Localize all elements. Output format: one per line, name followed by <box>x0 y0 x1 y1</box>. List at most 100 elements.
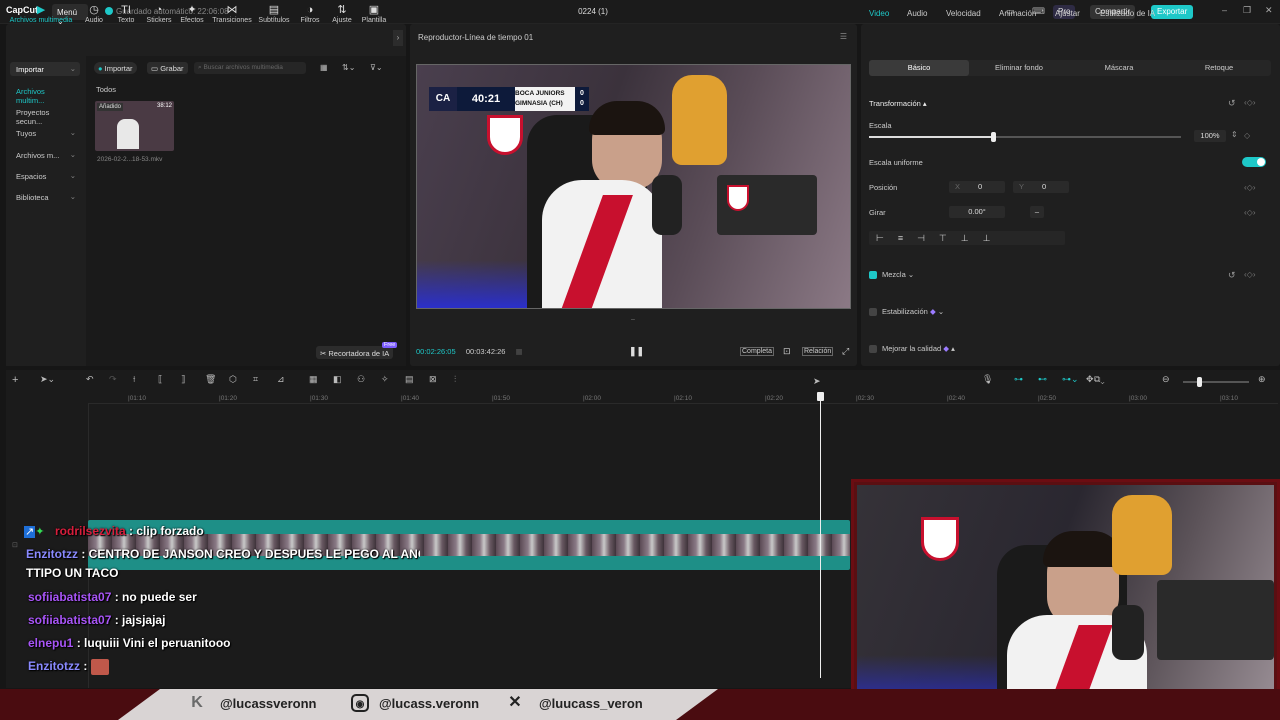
freeze-icon[interactable]: ▦ <box>309 374 318 385</box>
rotate-field[interactable]: 0.00° <box>949 206 1005 218</box>
transform-heading[interactable]: Transformación ▴ <box>869 99 927 108</box>
caption-icon[interactable]: ▤ <box>405 374 414 385</box>
scale-keyframe-icon[interactable]: ◇ <box>1244 131 1250 140</box>
zoom-slider-handle[interactable] <box>1197 377 1202 387</box>
subtab-mask[interactable]: Máscara <box>1069 60 1169 76</box>
split-left-icon[interactable]: ⟦ <box>158 374 162 385</box>
rotate-keyframe-icon[interactable]: ‹◇› <box>1244 208 1255 217</box>
tab-subtitles[interactable]: ▤ Subtítulos <box>254 4 294 24</box>
subtab-retouch[interactable]: Retoque <box>1169 60 1269 76</box>
tab-adjust-props[interactable]: Ajustar <box>1055 9 1080 18</box>
position-keyframe-icon[interactable]: ‹◇› <box>1244 183 1255 192</box>
blend-label[interactable]: Mezcla ⌄ <box>882 270 914 279</box>
select-tool-icon[interactable]: ➤⌄ <box>40 374 55 385</box>
split-icon[interactable]: ⟊ <box>133 374 135 385</box>
flip-button[interactable]: – <box>1030 206 1044 218</box>
quality-label[interactable]: Mejorar la calidad ◆ ▴ <box>882 344 955 353</box>
zoom-in-icon[interactable]: ⊕ <box>1258 374 1266 385</box>
sidebar-item-yours[interactable]: Tuyos ⌄ <box>10 126 80 140</box>
subtab-basic[interactable]: Básico <box>869 60 969 76</box>
stabilization-checkbox[interactable] <box>869 308 877 316</box>
blend-keyframe-icon[interactable]: ‹◇› <box>1244 270 1255 279</box>
align-toolbar[interactable]: ⊢≡⊣⊤⊥⊥ <box>869 231 1065 245</box>
fit-icon[interactable]: ⧉⌄ <box>1094 374 1105 385</box>
tab-media[interactable]: ▶ Archivos multimedia <box>8 4 74 24</box>
tab-transitions[interactable]: ⋈ Transiciones <box>210 4 254 24</box>
drag-handle[interactable]: – <box>631 316 635 323</box>
export-button[interactable]: Exportar <box>1151 5 1194 19</box>
reverse-icon[interactable]: ◧ <box>333 374 342 385</box>
sidebar-item-import[interactable]: Importar ⌄ <box>10 62 80 76</box>
sidebar-item-secondary-projects[interactable]: Proyectos secun... <box>10 105 80 126</box>
link-icon[interactable]: ⊷ <box>1038 374 1047 385</box>
media-search-input[interactable]: ⌕ Buscar archivos multimedia <box>194 62 306 74</box>
maximize-icon[interactable]: ❐ <box>1243 5 1251 16</box>
tab-audio-props[interactable]: Audio <box>907 9 927 18</box>
add-track-icon[interactable]: + <box>12 374 18 386</box>
magnet-icon[interactable]: ⊶ <box>1014 374 1023 385</box>
crop-icon[interactable]: ⌗ <box>253 374 258 385</box>
quality-checkbox[interactable] <box>869 345 877 353</box>
zoom-slider[interactable] <box>1183 381 1249 383</box>
waveform-icon[interactable]: ⫶ <box>454 374 456 385</box>
speed-icon[interactable]: ⊿ <box>277 374 285 385</box>
tab-effects[interactable]: ✦ Efectos <box>172 4 212 24</box>
position-y-field[interactable]: Y0 <box>1013 181 1069 193</box>
sidebar-item-spaces[interactable]: Espacios ⌄ <box>10 169 80 183</box>
minimize-icon[interactable]: – <box>1222 5 1227 15</box>
media-icon: ▶ <box>36 4 46 16</box>
snap-icon[interactable]: ⊶⌄ <box>1062 374 1079 385</box>
position-x-field[interactable]: X0 <box>949 181 1005 193</box>
marker-icon[interactable]: ⬡ <box>229 374 237 385</box>
keyframe-icon[interactable]: ‹◇› <box>1244 98 1255 107</box>
playhead-handle[interactable] <box>817 392 824 401</box>
tab-video[interactable]: Video <box>869 9 889 18</box>
chevron-right-icon[interactable]: › <box>393 30 403 46</box>
tab-templates[interactable]: ▣ Plantilla <box>356 4 392 24</box>
undo-icon[interactable]: ↶ <box>86 374 94 385</box>
project-name[interactable]: 0224 (1) <box>533 7 653 16</box>
ai-cutout-icon[interactable]: ⚇ <box>357 374 365 385</box>
media-clip-thumbnail[interactable]: Añadido 38:12 <box>95 101 174 151</box>
grid-view-icon[interactable]: ▦ <box>320 63 328 72</box>
split-right-icon[interactable]: ⟧ <box>181 374 185 385</box>
mic-icon[interactable]: 🎙 <box>982 374 993 385</box>
close-icon[interactable]: ✕ <box>1265 5 1273 16</box>
video-preview[interactable]: CA 40:21 BOCA JUNIORS GIMNASIA (CH) 00 <box>416 64 851 309</box>
sort-icon[interactable]: ⇅⌄ <box>342 63 355 72</box>
track-cover-icon[interactable]: ⊡ <box>12 541 18 549</box>
scale-slider-handle[interactable] <box>991 132 996 142</box>
ai-recorder-button[interactable]: ✂ Recortadora de IA <box>316 346 394 359</box>
record-button[interactable]: ▭ Grabar <box>147 62 188 74</box>
fullscreen-icon[interactable]: ⤢ <box>842 346 849 357</box>
blend-checkbox[interactable] <box>869 271 877 279</box>
zoom-out-icon[interactable]: ⊖ <box>1162 374 1170 385</box>
image-icon[interactable]: ⊠ <box>429 374 437 385</box>
team2-score: 0 <box>580 100 584 107</box>
sidebar-item-files[interactable]: Archivos m... ⌄ <box>10 148 80 162</box>
scale-stepper-icon[interactable]: ⇕ <box>1231 130 1238 139</box>
wand-icon[interactable]: ✧ <box>381 374 389 385</box>
full-quality-button[interactable]: Completa <box>740 347 774 356</box>
reset-icon[interactable]: ↺ <box>1228 98 1236 109</box>
tab-animation[interactable]: Animación <box>999 9 1036 18</box>
redo-icon[interactable]: ↷ <box>109 374 117 385</box>
playhead[interactable] <box>820 393 821 678</box>
filter-icon[interactable]: ⊽⌄ <box>370 63 383 72</box>
player-menu-icon[interactable]: ☰ <box>840 32 847 41</box>
sidebar-item-library[interactable]: Biblioteca ⌄ <box>10 190 80 204</box>
tab-ai-styling[interactable]: Estilizado de IA <box>1100 9 1155 18</box>
sidebar-item-media-files[interactable]: Archivos multim... <box>10 84 80 105</box>
import-button[interactable]: ● Importar <box>94 62 137 74</box>
snapshot-icon[interactable]: ⊡ <box>783 346 791 357</box>
tab-speed[interactable]: Velocidad <box>946 9 981 18</box>
stabilization-label[interactable]: Estabilización ◆ ⌄ <box>882 307 944 316</box>
uniform-scale-toggle[interactable] <box>1242 157 1266 167</box>
delete-icon[interactable]: 🗑 <box>205 374 216 385</box>
scale-value[interactable]: 100% <box>1194 130 1226 142</box>
pause-button[interactable]: ❚❚ <box>629 346 644 357</box>
blend-reset-icon[interactable]: ↺ <box>1228 270 1236 281</box>
subtab-remove-bg[interactable]: Eliminar fondo <box>969 60 1069 76</box>
ratio-button[interactable]: Relación <box>802 347 834 356</box>
preview-axis-icon[interactable]: ✥ <box>1086 374 1094 385</box>
